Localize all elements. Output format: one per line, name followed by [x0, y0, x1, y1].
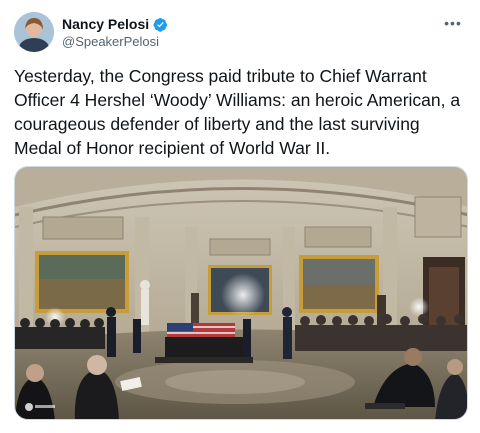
author-name[interactable]: Nancy Pelosi [62, 16, 149, 32]
tweet-card: Nancy Pelosi @SpeakerPelosi ••• Yesterda… [0, 0, 480, 433]
more-options-button[interactable]: ••• [440, 10, 466, 36]
author-handle[interactable]: @SpeakerPelosi [62, 34, 159, 49]
verified-badge-icon [153, 17, 168, 32]
tweet-photo[interactable] [14, 166, 468, 420]
avatar[interactable] [14, 12, 54, 52]
author-name-row: Nancy Pelosi [62, 16, 168, 32]
tweet-text: Yesterday, the Congress paid tribute to … [14, 66, 461, 158]
profile-photo-icon [14, 12, 54, 52]
capitol-rotunda-ceremony-photo [15, 167, 467, 419]
